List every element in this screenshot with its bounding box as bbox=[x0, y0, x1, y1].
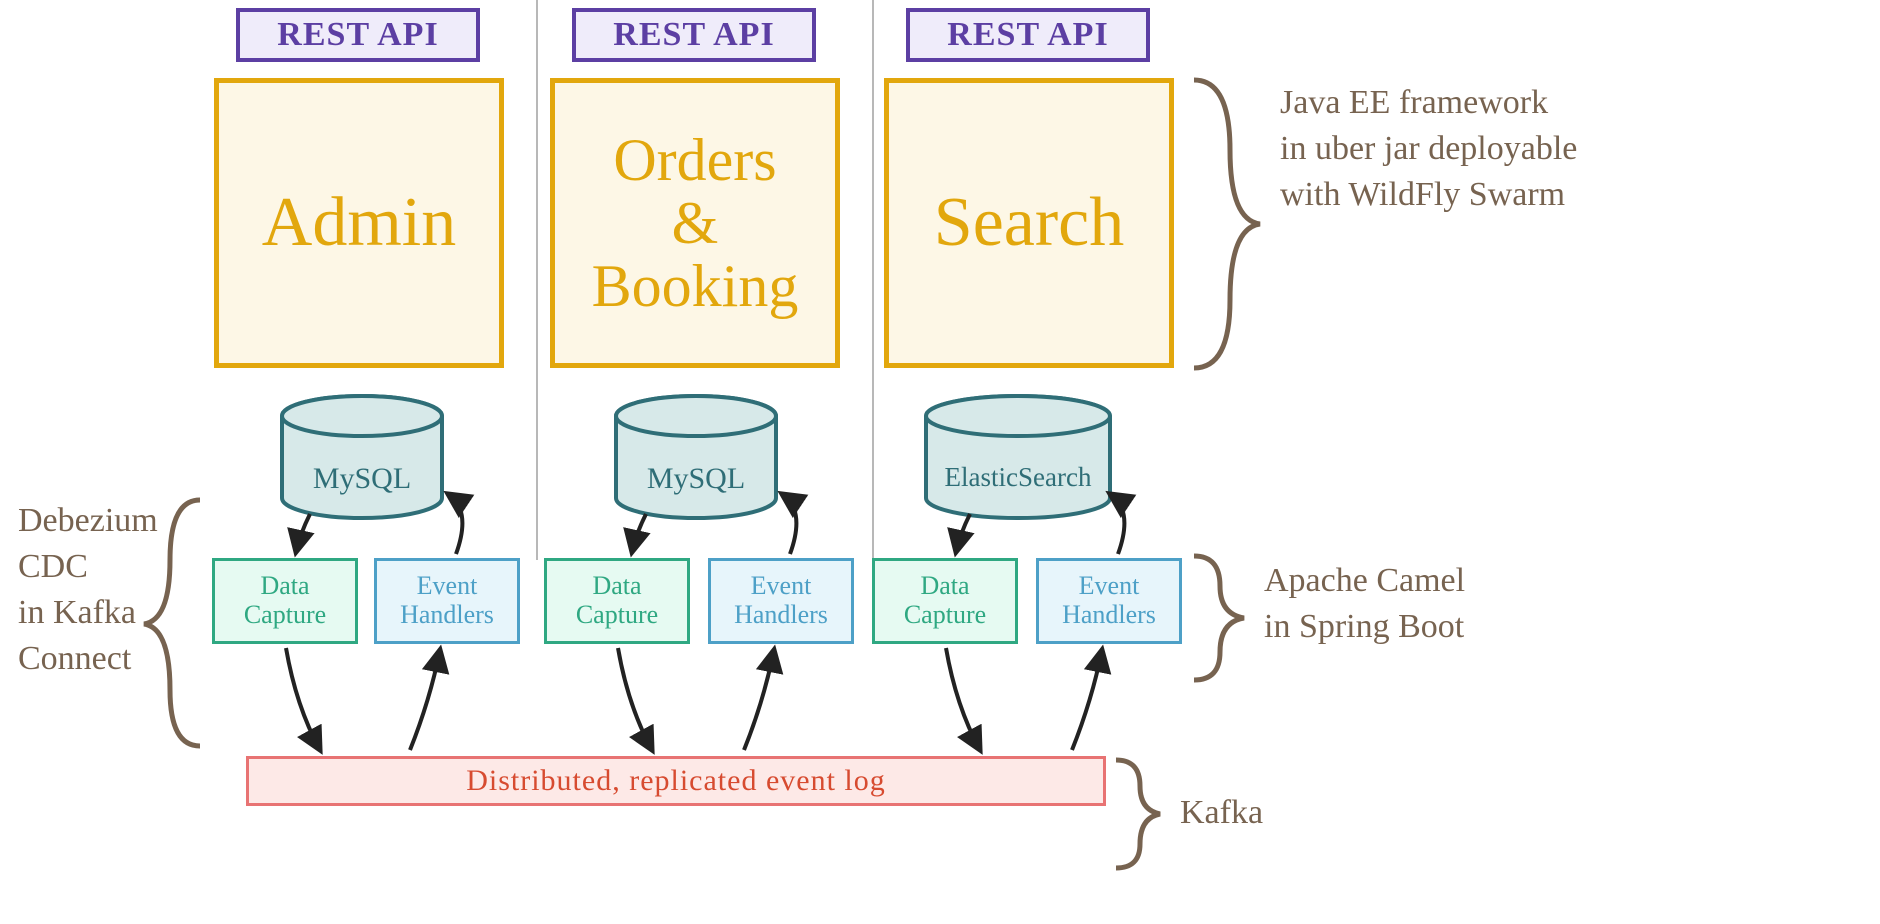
annotation-kafka: Kafka bbox=[1180, 790, 1380, 836]
annotation-javaee: Java EE framework in uber jar deployable… bbox=[1280, 80, 1710, 218]
annotation-debezium: Debezium CDC in Kafka Connect bbox=[18, 498, 198, 682]
annotation-camel: Apache Camel in Spring Boot bbox=[1264, 558, 1624, 650]
